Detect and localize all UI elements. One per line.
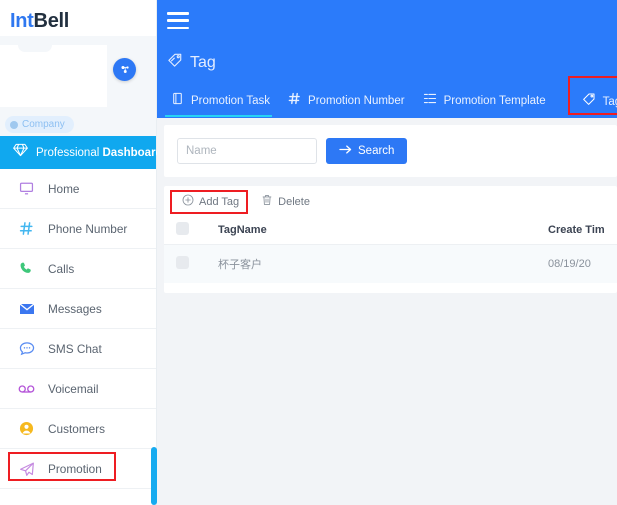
sidebar-item-phone-number[interactable]: Phone Number <box>0 209 156 249</box>
sidebar-item-professional-dashboard[interactable]: Professional Dashboard <box>0 136 156 169</box>
sidebar-item-sms-chat[interactable]: SMS Chat <box>0 329 156 369</box>
tab-label: Tag <box>603 96 617 108</box>
plus-circle-icon <box>182 194 194 209</box>
app-root: IntBell Company <box>0 0 617 505</box>
page-title-label: Tag <box>190 54 216 72</box>
delete-button[interactable]: Delete <box>253 190 318 213</box>
tab-tag[interactable]: Tag <box>576 88 617 118</box>
search-button-label: Search <box>358 145 394 157</box>
logo-text-bell: Bell <box>34 10 69 32</box>
sidebar-item-label: Promotion <box>48 462 102 476</box>
list-icon <box>423 92 437 110</box>
profile-block: Company <box>0 36 156 136</box>
hash-icon <box>18 220 35 237</box>
sidebar: IntBell Company <box>0 0 157 505</box>
content-area: Search Add Tag <box>157 125 617 293</box>
sidebar-item-calls[interactable]: Calls <box>0 249 156 289</box>
main-content: Tag Promotion Task <box>157 0 617 505</box>
hash-icon <box>288 92 301 110</box>
table-toolbar: Add Tag Delete <box>164 186 617 217</box>
tag-table: TagName Create Tim 杯子客户 08/19/20 <box>164 217 617 283</box>
monitor-icon <box>18 180 35 197</box>
avatar <box>0 45 107 107</box>
column-header-createtime: Create Tim <box>536 217 617 244</box>
sidebar-item-customers[interactable]: Customers <box>0 409 156 449</box>
row-checkbox[interactable] <box>176 256 189 269</box>
paper-plane-icon <box>18 460 35 477</box>
tag-icon <box>582 92 596 111</box>
sidebar-item-label: Customers <box>48 422 105 436</box>
trash-icon <box>261 194 273 209</box>
voicemail-icon <box>18 380 35 397</box>
avatar-notch <box>18 45 52 52</box>
table-header-row: TagName Create Tim <box>164 217 617 244</box>
table-row[interactable]: 杯子客户 08/19/20 <box>164 244 617 283</box>
cell-createtime: 08/19/20 <box>536 244 617 283</box>
sidebar-item-label: Voicemail <box>48 382 99 396</box>
tab-label: Promotion Task <box>191 95 270 107</box>
sidebar-item-label: Messages <box>48 302 102 316</box>
gear-icon[interactable] <box>113 58 136 81</box>
phone-icon <box>18 260 35 277</box>
company-dot-icon <box>10 121 18 129</box>
sidebar-item-voicemail[interactable]: Voicemail <box>0 369 156 409</box>
delete-label: Delete <box>278 196 310 208</box>
arrow-right-icon <box>339 144 352 158</box>
tab-label: Promotion Number <box>308 95 405 107</box>
chat-bubble-icon <box>18 340 35 357</box>
column-header-tagname: TagName <box>206 217 536 244</box>
select-all-header <box>164 217 206 244</box>
company-badge: Company <box>5 116 74 133</box>
tab-promotion-task[interactable]: Promotion Task <box>165 88 282 117</box>
sidebar-nav: Home Phone Number Calls <box>0 169 156 489</box>
cell-tagname: 杯子客户 <box>206 244 536 283</box>
search-button[interactable]: Search <box>326 138 407 164</box>
task-board-icon <box>171 92 184 110</box>
tag-table-card: Add Tag Delete <box>164 186 617 293</box>
logo-text-int: Int <box>10 10 34 32</box>
tab-promotion-number[interactable]: Promotion Number <box>282 88 417 117</box>
row-select-cell <box>164 244 206 283</box>
tag-icon <box>167 52 183 73</box>
sidebar-item-label: SMS Chat <box>48 342 102 356</box>
app-logo[interactable]: IntBell <box>0 0 156 36</box>
tab-label: Promotion Template <box>444 95 546 107</box>
add-tag-button[interactable]: Add Tag <box>174 190 247 213</box>
add-tag-label: Add Tag <box>199 196 239 208</box>
diamond-icon <box>13 143 28 162</box>
professional-dashboard-label: Professional Dashboard <box>36 147 163 159</box>
top-header-bar: Tag Promotion Task <box>157 0 617 118</box>
sidebar-item-label: Calls <box>48 262 74 276</box>
hamburger-menu-icon[interactable] <box>167 12 189 29</box>
company-badge-label: Company <box>22 119 65 130</box>
search-input[interactable] <box>177 138 317 164</box>
page-title: Tag <box>167 52 216 73</box>
sidebar-item-label: Home <box>48 182 79 196</box>
envelope-icon <box>18 300 35 317</box>
sidebar-item-label: Phone Number <box>48 222 127 236</box>
select-all-checkbox[interactable] <box>176 222 189 235</box>
header-tabs: Promotion Task Promotion Number <box>165 88 617 118</box>
search-panel: Search <box>164 125 617 177</box>
tab-promotion-template[interactable]: Promotion Template <box>417 88 558 117</box>
sidebar-item-promotion[interactable]: Promotion <box>0 449 156 489</box>
user-circle-icon <box>18 420 35 437</box>
sidebar-item-messages[interactable]: Messages <box>0 289 156 329</box>
sidebar-item-home[interactable]: Home <box>0 169 156 209</box>
